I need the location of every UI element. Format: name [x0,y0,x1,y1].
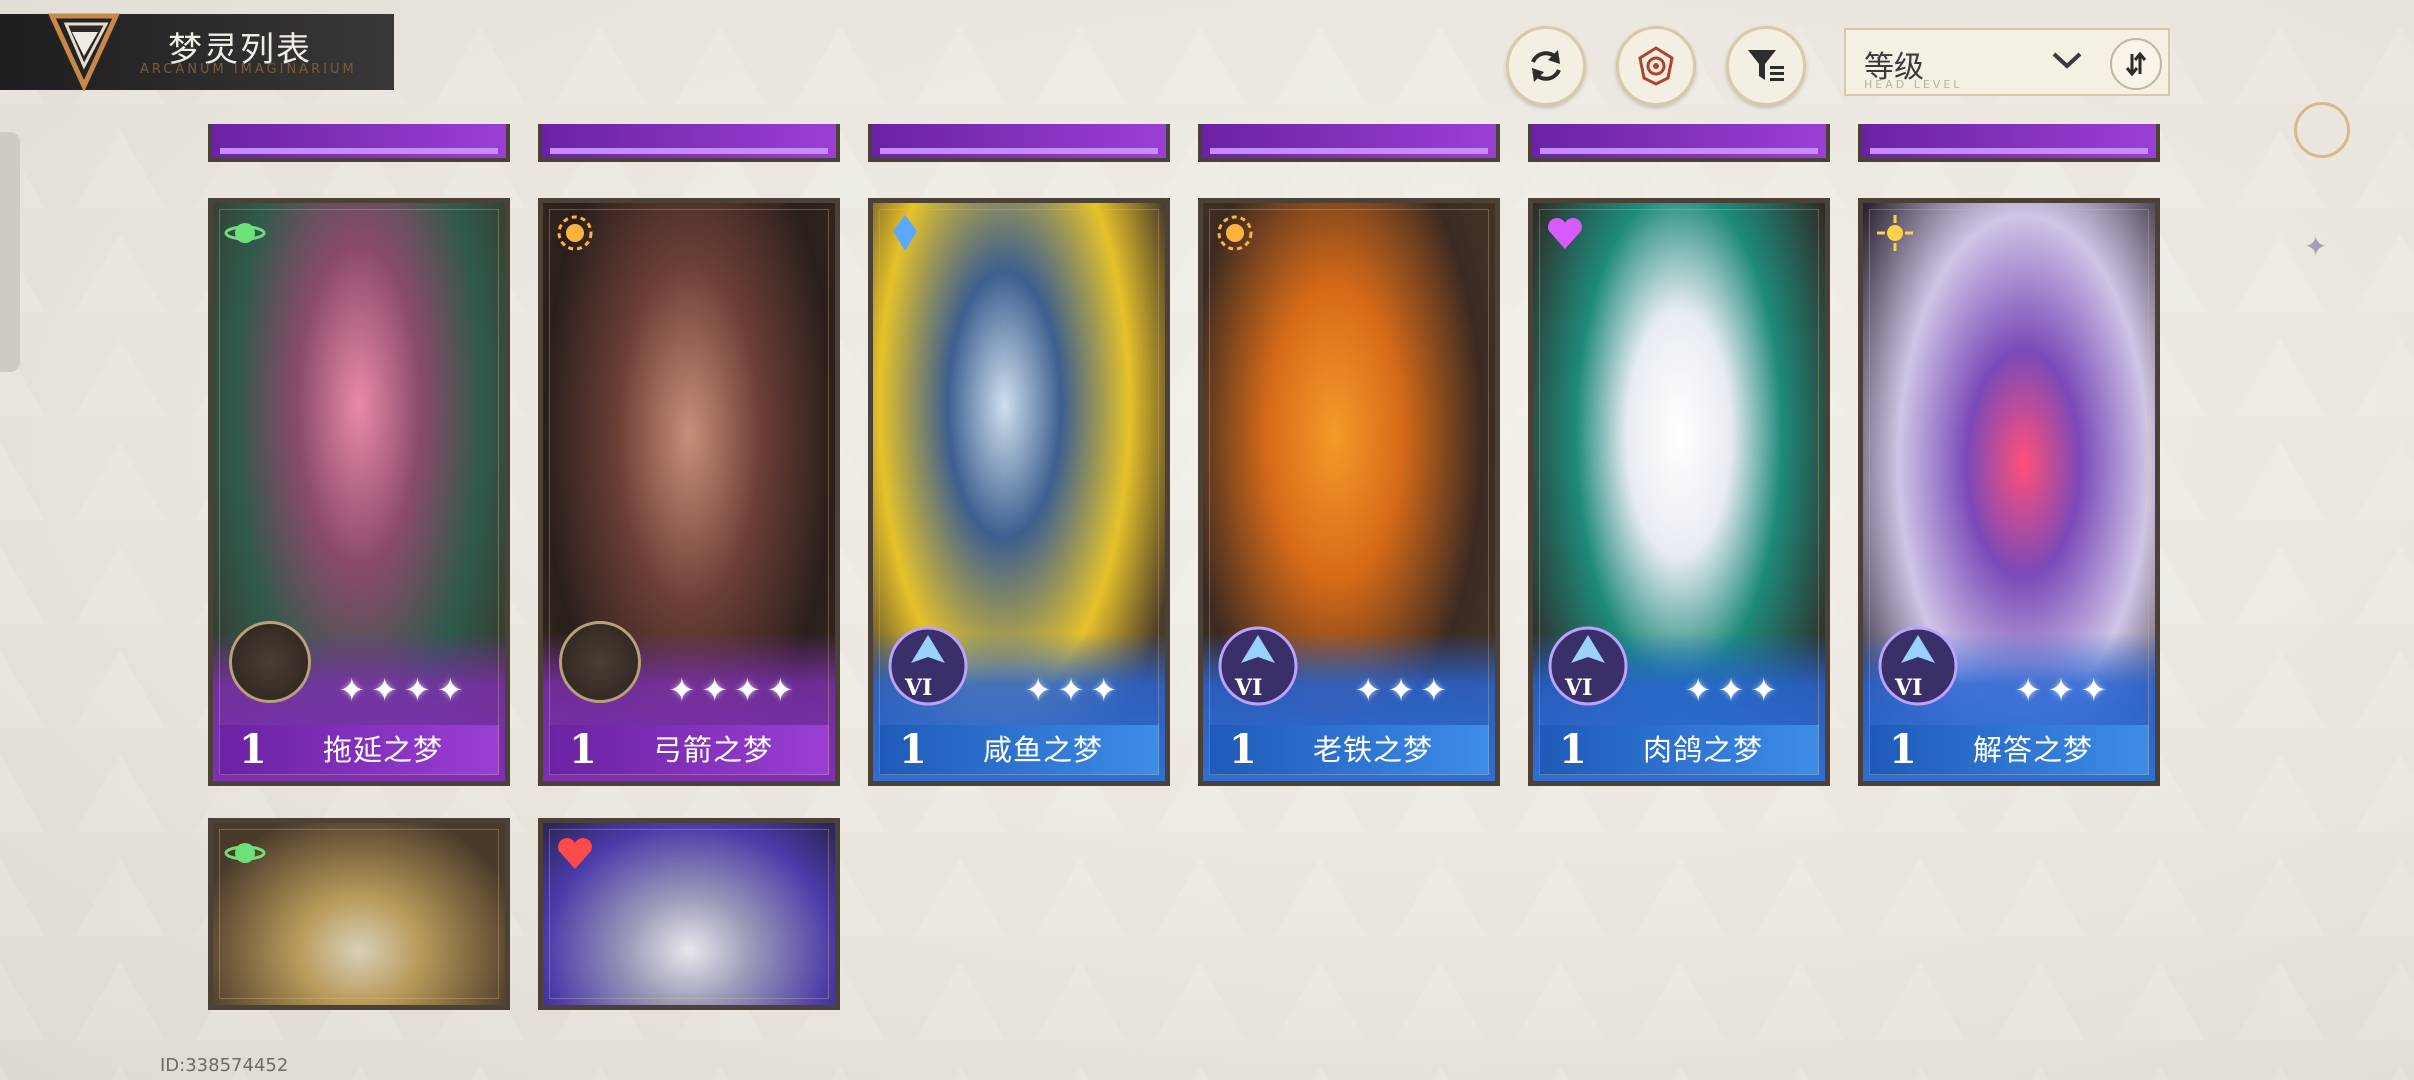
sort-dropdown[interactable]: 等级 HEAD LEVEL [1844,28,2170,96]
star-rating: ✦✦✦✦ [668,671,800,709]
card-name: 老铁之梦 [1313,733,1434,767]
star-element-icon [1877,215,1913,251]
card-level: 1 [899,726,927,773]
filter-icon [1748,50,1784,81]
crystal-element-icon [893,215,917,251]
target-icon [1638,46,1674,86]
character-card[interactable]: VI ✦✦✦ 1 咸鱼之梦 [868,198,1170,786]
card-level: 1 [1559,726,1587,773]
character-card[interactable]: VI ✦✦✦ 1 肉鸽之梦 [1528,198,1830,786]
card-partial-top[interactable] [538,124,840,162]
card-level: 1 [239,726,267,773]
planet-element-icon [224,223,266,243]
sort-order-icon [2125,51,2147,77]
card-partial-top[interactable] [1528,124,1830,162]
card-name: 拖延之梦 [323,733,444,767]
heart-element-icon [558,838,592,869]
filter-button[interactable] [1726,26,1806,106]
chevron-down-icon [2052,52,2082,69]
card-level: 1 [1229,726,1257,773]
card-partial-top[interactable] [208,124,510,162]
card-name: 咸鱼之梦 [983,733,1104,767]
refresh-button[interactable] [1506,26,1586,106]
character-card-partial[interactable] [538,818,840,1010]
planet-element-icon [224,843,266,863]
card-name: 肉鸽之梦 [1643,733,1764,767]
star-rating: ✦✦✦ [1354,671,1454,709]
card-partial-top[interactable] [868,124,1170,162]
decorative-ring [2294,102,2350,158]
sun-element-icon [557,215,593,251]
character-card[interactable]: VI ✦✦✦ 1 老铁之梦 [1198,198,1500,786]
card-partial-top[interactable] [1198,124,1500,162]
card-level: 1 [1889,726,1917,773]
character-card[interactable]: ✦✦✦✦ 1 拖延之梦 [208,198,510,786]
card-name: 弓箭之梦 [653,733,774,767]
user-id-label: ID:338574452 [160,1055,289,1076]
card-partial-top[interactable] [1858,124,2160,162]
star-rating: ✦✦✦✦ [338,671,470,709]
decorative-cross-icon: ✦ [2304,230,2328,263]
character-card[interactable]: VI ✦✦✦ 1 解答之梦 [1858,198,2160,786]
star-rating: ✦✦✦ [2014,671,2114,709]
sun-element-icon [1217,215,1253,251]
page-subtitle: ARCANUM IMAGINARIUM [140,62,357,77]
side-drawer-handle[interactable] [0,132,20,372]
sort-sublabel: HEAD LEVEL [1864,78,1963,91]
menu-logo-icon[interactable] [48,8,120,92]
sort-order-button[interactable] [2110,38,2162,90]
card-level: 1 [569,726,597,773]
card-name: 解答之梦 [1973,733,2094,767]
target-button[interactable] [1616,26,1696,106]
character-card[interactable]: ✦✦✦✦ 1 弓箭之梦 [538,198,840,786]
heart-element-icon [1548,218,1582,249]
star-rating: ✦✦✦ [1684,671,1784,709]
star-rating: ✦✦✦ [1024,671,1124,709]
character-card-partial[interactable] [208,818,510,1010]
refresh-icon [1531,50,1561,82]
